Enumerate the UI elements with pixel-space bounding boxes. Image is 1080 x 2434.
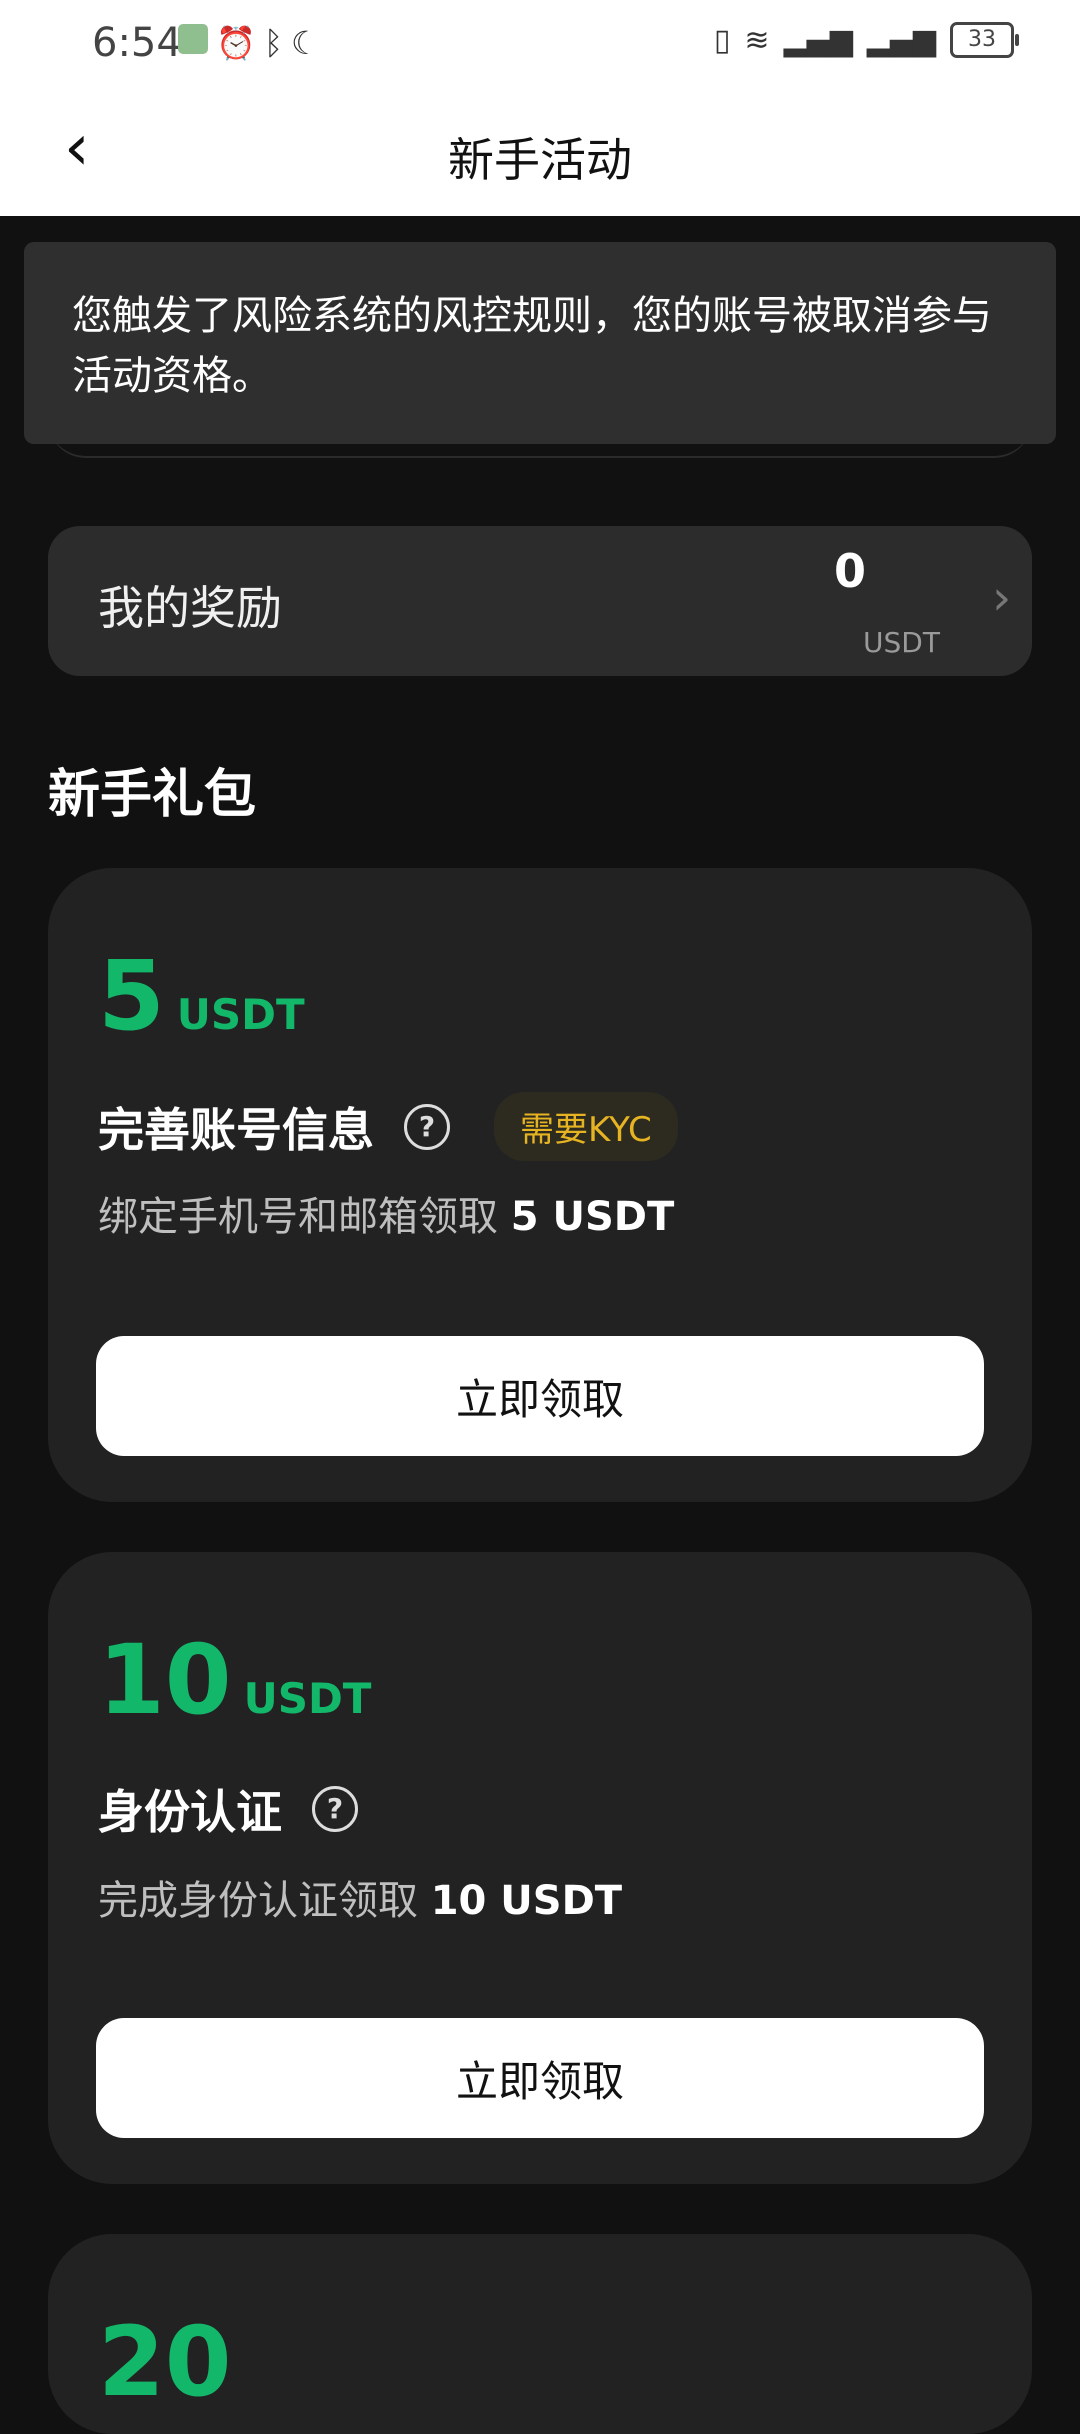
status-bar: 6:54 ⏰ ᛒ ☾ ▯ ≋ ▂▄▆ ▂▄▆ 33 xyxy=(0,0,1080,86)
gift-card-account-info: 5 USDT 完善账号信息 ? 需要KYC 绑定手机号和邮箱领取 5 USDT 立… xyxy=(48,868,1032,1502)
page-title: 新手活动 xyxy=(448,133,632,187)
kyc-badge: 需要KYC xyxy=(494,1092,678,1161)
card-amount-unit: USDT xyxy=(243,1674,372,1723)
bluetooth-icon: ᛒ xyxy=(263,24,284,62)
card-title-text: 完善账号信息 xyxy=(98,1102,374,1157)
card-amount-value: 10 xyxy=(98,1624,232,1736)
card-amount-value: 5 xyxy=(98,940,165,1052)
alarm-icon: ⏰ xyxy=(216,24,256,62)
risk-toast: 您触发了风险系统的风控规则，您的账号被取消参与活动资格。 xyxy=(24,242,1056,444)
moon-icon: ☾ xyxy=(291,24,320,62)
card-description: 绑定手机号和邮箱领取 5 USDT xyxy=(98,1184,674,1242)
question-icon[interactable]: ? xyxy=(312,1786,358,1832)
status-right-icons: ▯ ≋ ▂▄▆ ▂▄▆ 33 xyxy=(713,22,1019,58)
signal-4g-icon-2: ▂▄▆ xyxy=(866,22,936,58)
signal-4g-icon: ▂▄▆ xyxy=(783,22,853,58)
reward-unit: USDT xyxy=(863,626,940,659)
vibrate-icon: ▯ xyxy=(713,22,731,58)
card-desc-prefix: 完成身份认证领取 xyxy=(98,1878,418,1924)
reward-label: 我的奖励 xyxy=(98,581,282,635)
status-left-icons: ⏰ ᛒ ☾ xyxy=(178,24,320,62)
card-title: 完善账号信息 ? 需要KYC xyxy=(98,1092,678,1161)
card-amount: 10 USDT xyxy=(98,1632,371,1747)
toast-message: 您触发了风险系统的风控规则，您的账号被取消参与活动资格。 xyxy=(72,293,992,399)
card-amount-unit: USDT xyxy=(176,990,305,1039)
reward-amount: 0 xyxy=(834,544,867,598)
my-reward-row[interactable]: 我的奖励 0 USDT › xyxy=(48,526,1032,676)
card-desc-prefix: 绑定手机号和邮箱领取 xyxy=(98,1194,498,1240)
card-amount-value: 20 xyxy=(98,2306,232,2418)
card-title: 身份认证 ? xyxy=(98,1776,358,1842)
card-title-text: 身份认证 xyxy=(98,1785,282,1839)
card-desc-value: 10 USDT xyxy=(430,1878,623,1924)
card-desc-value: 5 USDT xyxy=(510,1194,675,1240)
question-icon[interactable]: ? xyxy=(404,1103,450,1150)
card-description: 完成身份认证领取 10 USDT xyxy=(98,1868,622,1926)
nav-bar: ‹ 新手活动 xyxy=(0,86,1080,216)
claim-button[interactable]: 立即领取 xyxy=(96,1336,984,1456)
wifi-icon: ≋ xyxy=(744,22,770,58)
gift-card-identity: 10 USDT 身份认证 ? 完成身份认证领取 10 USDT 立即领取 xyxy=(48,1552,1032,2184)
status-time: 6:54 xyxy=(92,20,182,66)
section-title: 新手礼包 xyxy=(48,765,257,825)
card-amount: 20 xyxy=(98,2314,232,2410)
battery-icon: 33 xyxy=(950,22,1019,58)
card-amount: 5 USDT xyxy=(98,948,305,1063)
app-icon xyxy=(178,24,208,54)
claim-button[interactable]: 立即领取 xyxy=(96,2018,984,2138)
chevron-right-icon: › xyxy=(992,570,1012,626)
gift-card-third: 20 xyxy=(48,2234,1032,2434)
